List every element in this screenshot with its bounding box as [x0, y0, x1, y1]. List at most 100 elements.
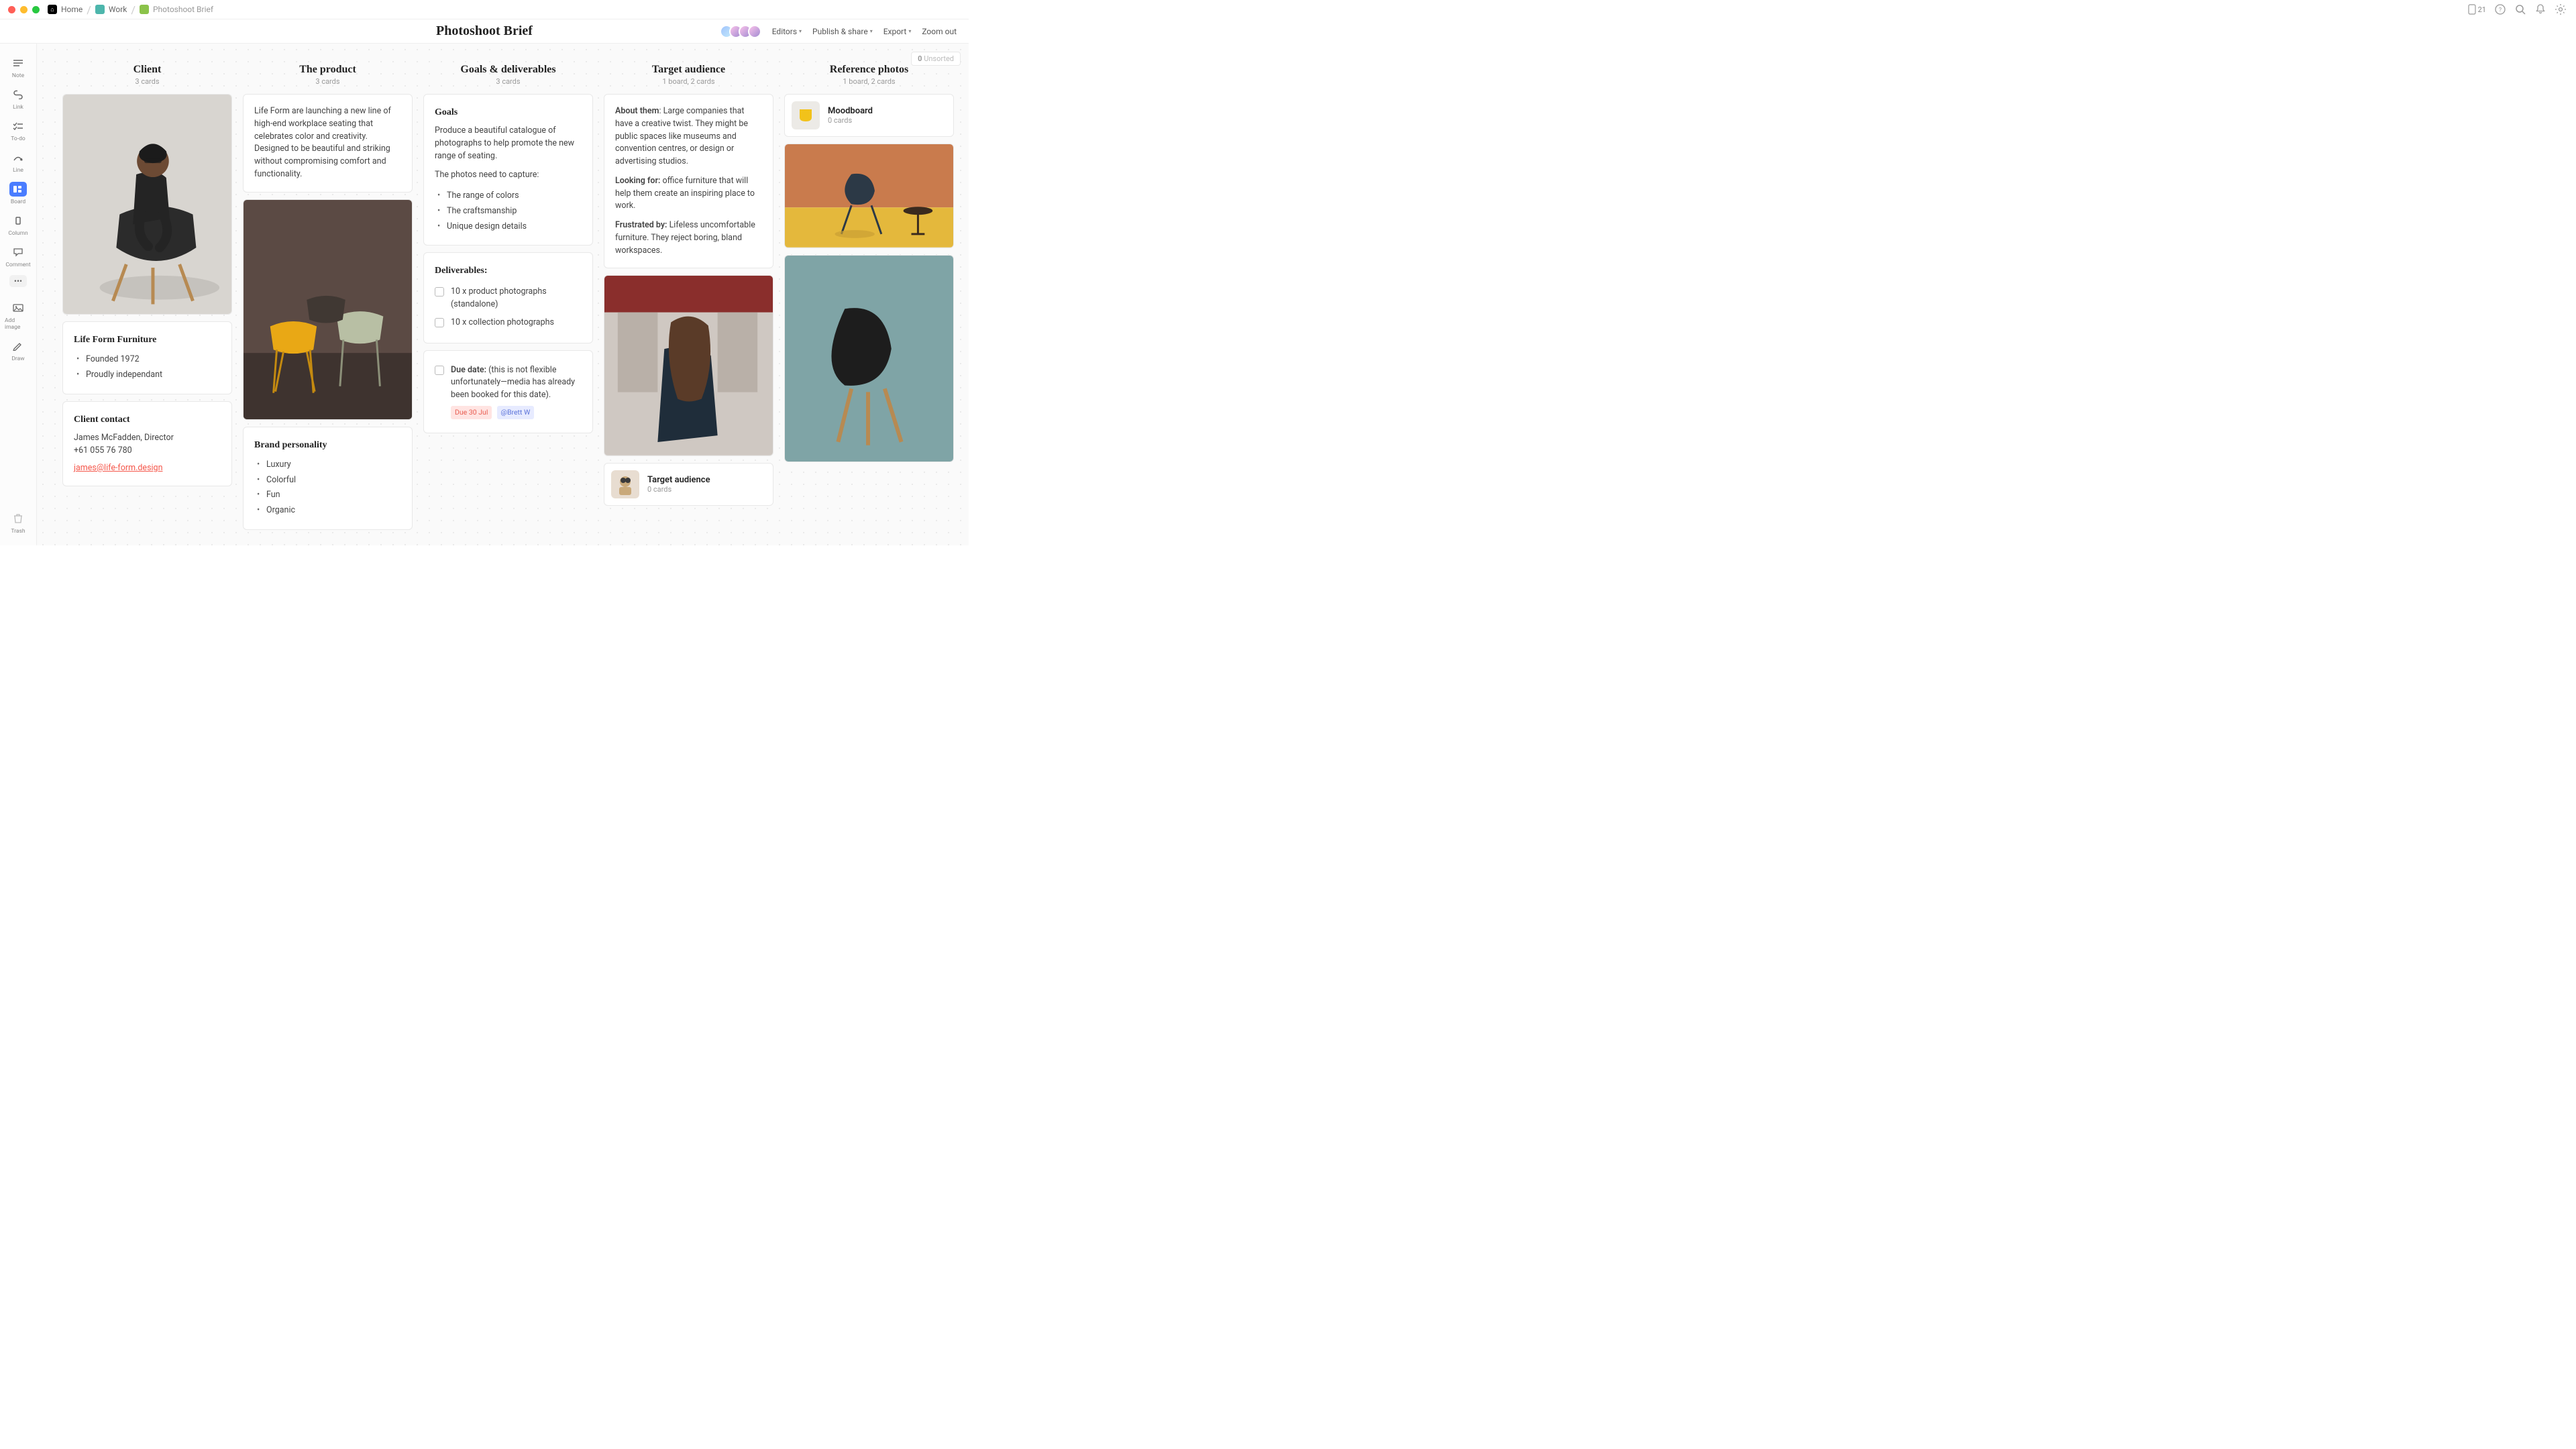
goals-p2: The photos need to capture:: [435, 169, 582, 182]
company-facts: Founded 1972 Proudly independant: [74, 352, 221, 383]
tool-more[interactable]: •••: [9, 275, 27, 287]
brand-heading: Brand personality: [254, 438, 401, 452]
nested-thumb: [792, 101, 820, 129]
maximize-window-icon[interactable]: [32, 6, 40, 13]
checkbox[interactable]: [435, 366, 444, 375]
phone-icon: [2468, 4, 2476, 15]
breadcrumb-work[interactable]: Work: [95, 5, 127, 14]
todo-item: 10 x product photographs (standalone): [435, 283, 582, 314]
card-product-photo[interactable]: [243, 199, 413, 420]
about-label: About them: [615, 106, 659, 116]
client-photo-placeholder: [63, 95, 231, 314]
folder-icon: [95, 5, 105, 14]
close-window-icon[interactable]: [8, 6, 15, 13]
list-item: The range of colors: [436, 189, 582, 204]
publish-dropdown[interactable]: Publish & share▾: [812, 27, 873, 36]
card-goals[interactable]: Goals Produce a beautiful catalogue of p…: [423, 94, 593, 246]
collaborator-avatars[interactable]: [720, 25, 761, 38]
card-client-photo[interactable]: [62, 94, 232, 315]
tool-note[interactable]: Note: [5, 53, 32, 82]
tool-trash[interactable]: Trash: [5, 508, 32, 537]
tool-add-image[interactable]: Add image: [5, 298, 32, 333]
card-reference-photo-2[interactable]: [784, 255, 954, 463]
nested-board-moodboard[interactable]: Moodboard 0 cards: [784, 94, 954, 137]
nested-thumb: [611, 470, 639, 498]
todo-icon: [9, 119, 27, 133]
column-sub: 3 cards: [243, 77, 413, 86]
tool-trash-label: Trash: [11, 528, 25, 535]
reference-photo-2-placeholder: [785, 256, 953, 462]
zoom-label: Zoom out: [922, 27, 957, 36]
column-reference: Reference photos 1 board, 2 cards Moodbo…: [784, 64, 954, 537]
unsorted-label: Unsorted: [924, 54, 954, 63]
column-header[interactable]: Client 3 cards: [62, 64, 232, 86]
tool-link[interactable]: Link: [5, 85, 32, 113]
top-icon-bar: 21 ?: [2468, 3, 2567, 15]
tool-draw[interactable]: Draw: [5, 336, 32, 365]
todo-item: 10 x collection photographs: [435, 314, 582, 332]
board-row: Client 3 cards: [62, 64, 949, 537]
column-header[interactable]: Reference photos 1 board, 2 cards: [784, 64, 954, 86]
column-header[interactable]: Goals & deliverables 3 cards: [423, 64, 593, 86]
export-dropdown[interactable]: Export▾: [883, 27, 912, 36]
tool-column[interactable]: Column: [5, 211, 32, 239]
card-client-contact[interactable]: Client contact James McFadden, Director …: [62, 401, 232, 486]
document-icon: [140, 5, 149, 14]
publish-label: Publish & share: [812, 27, 868, 36]
card-audience-photo[interactable]: [604, 275, 773, 456]
chevron-down-icon: ▾: [870, 28, 873, 34]
board-canvas[interactable]: 0 Unsorted Client 3 cards: [37, 44, 969, 545]
card-product-intro[interactable]: Life Form are launching a new line of hi…: [243, 94, 413, 193]
nested-sub: 0 cards: [828, 116, 873, 125]
main: Note Link To-do Line Board Column Commen…: [0, 44, 969, 545]
company-heading: Life Form Furniture: [74, 333, 221, 347]
search-icon[interactable]: [2514, 3, 2526, 15]
mention-tag[interactable]: @Brett W: [497, 406, 535, 419]
breadcrumb-home[interactable]: ⌂ Home: [48, 5, 83, 14]
card-client-company[interactable]: Life Form Furniture Founded 1972 Proudly…: [62, 321, 232, 394]
tool-line[interactable]: Line: [5, 148, 32, 176]
breadcrumb-current[interactable]: Photoshoot Brief: [140, 5, 213, 14]
gear-icon[interactable]: [2555, 3, 2567, 15]
card-brand-personality[interactable]: Brand personality Luxury Colorful Fun Or…: [243, 427, 413, 530]
tool-column-label: Column: [8, 230, 28, 237]
checkbox[interactable]: [435, 318, 444, 327]
tool-link-label: Link: [13, 104, 23, 111]
editors-dropdown[interactable]: Editors▾: [772, 27, 802, 36]
todo-item: Due date: (this is not flexible unfortun…: [435, 362, 582, 422]
column-header[interactable]: The product 3 cards: [243, 64, 413, 86]
card-deliverables[interactable]: Deliverables: 10 x product photographs (…: [423, 252, 593, 343]
tool-note-label: Note: [12, 72, 24, 79]
tool-board[interactable]: Board: [5, 179, 32, 208]
device-count[interactable]: 21: [2468, 4, 2486, 15]
minimize-window-icon[interactable]: [20, 6, 28, 13]
product-photo-placeholder: [244, 200, 412, 419]
breadcrumb-separator: /: [87, 3, 91, 16]
due-date-text: Due date: (this is not flexible unfortun…: [451, 364, 582, 419]
goals-heading: Goals: [435, 105, 582, 119]
card-due-date[interactable]: Due date: (this is not flexible unfortun…: [423, 350, 593, 433]
column-title: Goals & deliverables: [423, 64, 593, 76]
column-header[interactable]: Target audience 1 board, 2 cards: [604, 64, 773, 86]
due-tag[interactable]: Due 30 Jul: [451, 406, 492, 419]
checkbox[interactable]: [435, 287, 444, 297]
help-icon[interactable]: ?: [2494, 3, 2506, 15]
zoom-out-button[interactable]: Zoom out: [922, 27, 957, 36]
looking-label: Looking for:: [615, 176, 660, 186]
trash-icon: [9, 511, 27, 526]
card-audience-desc[interactable]: About them: Large companies that have a …: [604, 94, 773, 268]
device-count-label: 21: [2478, 5, 2486, 14]
link-icon: [9, 87, 27, 102]
product-intro-text: Life Form are launching a new line of hi…: [254, 105, 401, 181]
unsorted-badge[interactable]: 0 Unsorted: [911, 52, 961, 66]
tool-todo[interactable]: To-do: [5, 116, 32, 145]
list-item: Organic: [256, 503, 401, 519]
contact-email-link[interactable]: james@life-form.design: [74, 463, 162, 473]
tool-comment[interactable]: Comment: [5, 242, 32, 271]
card-reference-photo-1[interactable]: [784, 144, 954, 248]
nested-board-audience[interactable]: Target audience 0 cards: [604, 463, 773, 506]
bell-icon[interactable]: [2534, 3, 2546, 15]
pencil-icon: [9, 339, 27, 354]
editors-label: Editors: [772, 27, 797, 36]
column-audience: Target audience 1 board, 2 cards About t…: [604, 64, 773, 537]
